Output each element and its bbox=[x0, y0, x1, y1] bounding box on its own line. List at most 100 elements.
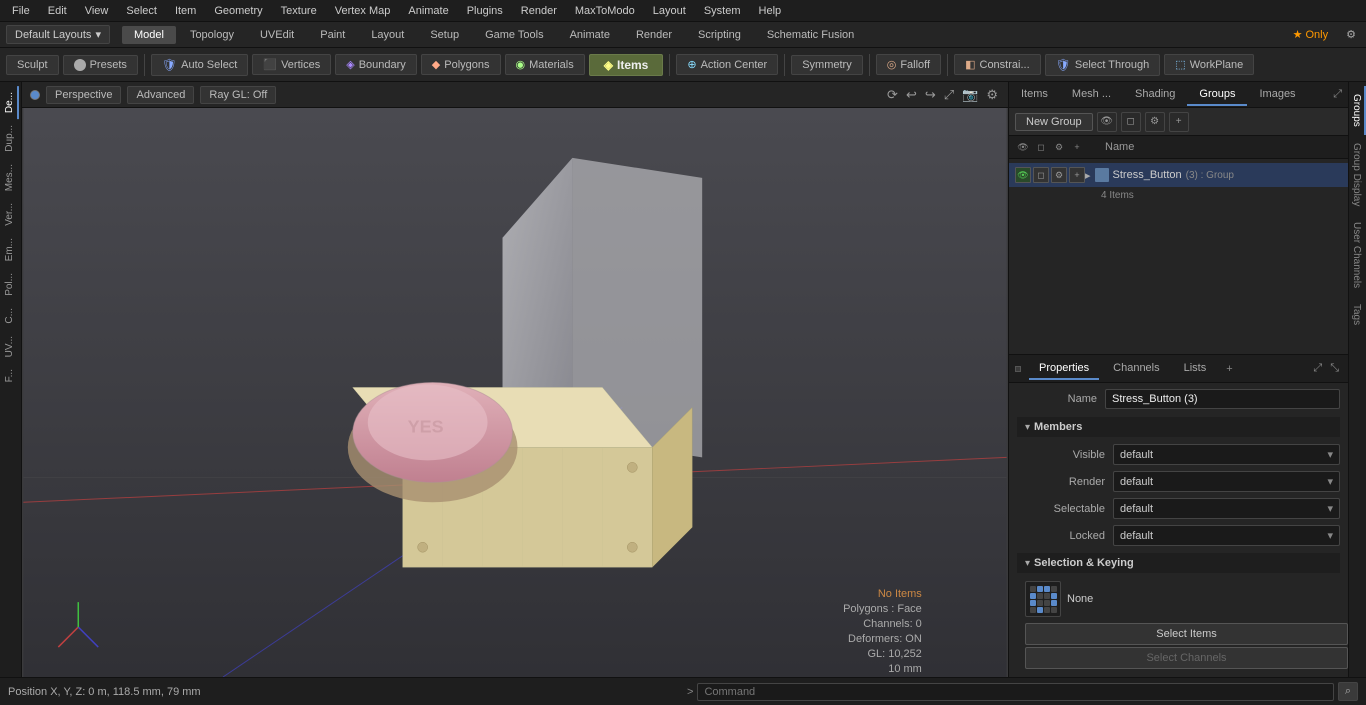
left-tab-3[interactable]: Ver... bbox=[2, 197, 19, 232]
tab-layout[interactable]: Layout bbox=[359, 26, 416, 44]
sculpt-button[interactable]: Sculpt bbox=[6, 55, 59, 75]
prop-collapse-btn[interactable]: ⤡ bbox=[1327, 362, 1342, 375]
tab-scripting[interactable]: Scripting bbox=[686, 26, 753, 44]
left-tab-6[interactable]: C... bbox=[2, 302, 19, 330]
auto-select-button[interactable]: 🛡 Auto Select bbox=[151, 54, 249, 76]
redo-view-icon[interactable]: ↪ bbox=[923, 85, 938, 105]
menu-plugins[interactable]: Plugins bbox=[459, 3, 511, 19]
perspective-button[interactable]: Perspective bbox=[46, 86, 121, 104]
menu-animate[interactable]: Animate bbox=[400, 3, 456, 19]
rp-tab-items[interactable]: Items bbox=[1009, 84, 1060, 106]
viewport-indicator[interactable] bbox=[30, 90, 40, 100]
prop-expand-btn[interactable]: ⤢ bbox=[1310, 362, 1325, 375]
tab-paint[interactable]: Paint bbox=[308, 26, 357, 44]
menu-system[interactable]: System bbox=[696, 3, 749, 19]
rotate-icon[interactable]: ⟳ bbox=[885, 85, 900, 105]
eye-icon[interactable]: 👁 bbox=[1015, 167, 1031, 183]
members-section[interactable]: ▾ Members bbox=[1017, 417, 1340, 437]
group-item[interactable]: 👁 ◻ ⚙ + ▸ Stress_Button (3) : Group bbox=[1009, 163, 1348, 187]
fit-icon[interactable]: ⤢ bbox=[942, 85, 956, 105]
new-group-button[interactable]: New Group bbox=[1015, 113, 1093, 131]
menu-layout[interactable]: Layout bbox=[645, 3, 694, 19]
tab-uvedit[interactable]: UVEdit bbox=[248, 26, 306, 44]
prop-tab-properties[interactable]: Properties bbox=[1029, 358, 1099, 380]
camera-icon[interactable]: 📷 bbox=[960, 85, 980, 105]
workplane-button[interactable]: ⬚ WorkPlane bbox=[1164, 54, 1254, 75]
menu-item[interactable]: Item bbox=[167, 3, 204, 19]
layout-dropdown[interactable]: Default Layouts ▾ bbox=[6, 25, 110, 44]
tab-schematic[interactable]: Schematic Fusion bbox=[755, 26, 866, 44]
expand-arrow[interactable]: ▸ bbox=[1085, 169, 1091, 182]
visible-dropdown[interactable]: default ▾ bbox=[1113, 444, 1340, 465]
boundary-button[interactable]: ◈ Boundary bbox=[335, 54, 417, 75]
select-items-button[interactable]: Select Items bbox=[1025, 623, 1348, 645]
items-button[interactable]: ◈ Items bbox=[589, 54, 664, 76]
cmd-arrow[interactable]: > bbox=[687, 686, 693, 698]
undo-view-icon[interactable]: ↩ bbox=[904, 85, 919, 105]
left-tab-4[interactable]: Em... bbox=[2, 232, 19, 267]
sel-keying-section[interactable]: ▾ Selection & Keying bbox=[1017, 553, 1340, 573]
search-button[interactable]: ⌕ bbox=[1338, 682, 1358, 701]
add2-icon[interactable]: + bbox=[1069, 167, 1085, 183]
tab-render[interactable]: Render bbox=[624, 26, 684, 44]
presets-button[interactable]: Presets bbox=[63, 55, 138, 75]
left-tab-2[interactable]: Mes... bbox=[2, 158, 19, 197]
polygons-button[interactable]: ◆ Polygons bbox=[421, 54, 501, 75]
menu-edit[interactable]: Edit bbox=[40, 3, 75, 19]
viewport-canvas[interactable]: YES No Items Polygons : Face Channels: 0… bbox=[22, 108, 1008, 677]
name-input[interactable] bbox=[1105, 389, 1340, 409]
constrain-button[interactable]: ◧ Constrai... bbox=[954, 54, 1041, 75]
menu-render[interactable]: Render bbox=[513, 3, 565, 19]
settings-group-btn[interactable]: ⚙ bbox=[1145, 112, 1165, 132]
prop-tab-channels[interactable]: Channels bbox=[1103, 358, 1169, 380]
vertices-button[interactable]: ⬛ Vertices bbox=[252, 54, 331, 75]
action-center-button[interactable]: ⊕ Action Center bbox=[676, 54, 778, 75]
tab-gametools[interactable]: Game Tools bbox=[473, 26, 556, 44]
left-tab-5[interactable]: Pol... bbox=[2, 267, 19, 302]
rvtab-userchannels[interactable]: User Channels bbox=[1349, 214, 1366, 296]
rp-tab-images[interactable]: Images bbox=[1247, 84, 1307, 106]
menu-vertexmap[interactable]: Vertex Map bbox=[327, 3, 399, 19]
render-dropdown[interactable]: default ▾ bbox=[1113, 471, 1340, 492]
render-icon[interactable]: ◻ bbox=[1033, 167, 1049, 183]
left-tab-8[interactable]: F... bbox=[2, 363, 19, 388]
eye-toggle-btn[interactable]: 👁 bbox=[1097, 112, 1117, 132]
left-tab-7[interactable]: UV... bbox=[2, 330, 19, 363]
menu-help[interactable]: Help bbox=[751, 3, 790, 19]
falloff-button[interactable]: ◎ Falloff bbox=[876, 54, 941, 75]
selectable-dropdown[interactable]: default ▾ bbox=[1113, 498, 1340, 519]
menu-file[interactable]: File bbox=[4, 3, 38, 19]
menu-maxtomodo[interactable]: MaxToModo bbox=[567, 3, 643, 19]
rp-tab-mesh[interactable]: Mesh ... bbox=[1060, 84, 1123, 106]
advanced-button[interactable]: Advanced bbox=[127, 86, 194, 104]
add-member-btn[interactable]: + bbox=[1169, 112, 1189, 132]
collapse-btn[interactable] bbox=[1015, 366, 1021, 372]
rvtab-groupdisplay[interactable]: Group Display bbox=[1349, 135, 1366, 214]
tab-topology[interactable]: Topology bbox=[178, 26, 246, 44]
menu-geometry[interactable]: Geometry bbox=[206, 3, 270, 19]
select-through-button[interactable]: 🛡 Select Through bbox=[1045, 54, 1161, 76]
command-input[interactable] bbox=[697, 683, 1333, 701]
menu-texture[interactable]: Texture bbox=[273, 3, 325, 19]
materials-button[interactable]: ◉ Materials bbox=[505, 54, 585, 75]
locked-dropdown[interactable]: default ▾ bbox=[1113, 525, 1340, 546]
gear-icon[interactable]: ⚙ bbox=[1342, 26, 1360, 43]
ray-gl-button[interactable]: Ray GL: Off bbox=[200, 86, 276, 104]
tab-model[interactable]: Model bbox=[122, 26, 176, 44]
rvtab-tags[interactable]: Tags bbox=[1349, 296, 1366, 333]
tab-setup[interactable]: Setup bbox=[418, 26, 471, 44]
settings-icon[interactable]: ⚙ bbox=[984, 85, 1000, 105]
rp-tab-groups[interactable]: Groups bbox=[1187, 84, 1247, 106]
prop-tab-lists[interactable]: Lists bbox=[1174, 358, 1217, 380]
render-toggle-btn[interactable]: ◻ bbox=[1121, 112, 1141, 132]
settings2-icon[interactable]: ⚙ bbox=[1051, 167, 1067, 183]
tab-animate[interactable]: Animate bbox=[558, 26, 622, 44]
select-channels-button[interactable]: Select Channels bbox=[1025, 647, 1348, 669]
add-tab-btn[interactable]: + bbox=[1220, 359, 1238, 379]
left-tab-1[interactable]: Dup... bbox=[2, 119, 19, 158]
menu-select[interactable]: Select bbox=[118, 3, 165, 19]
menu-view[interactable]: View bbox=[77, 3, 117, 19]
symmetry-button[interactable]: Symmetry bbox=[791, 55, 863, 75]
keying-box[interactable] bbox=[1025, 581, 1061, 617]
rp-tab-shading[interactable]: Shading bbox=[1123, 84, 1187, 106]
